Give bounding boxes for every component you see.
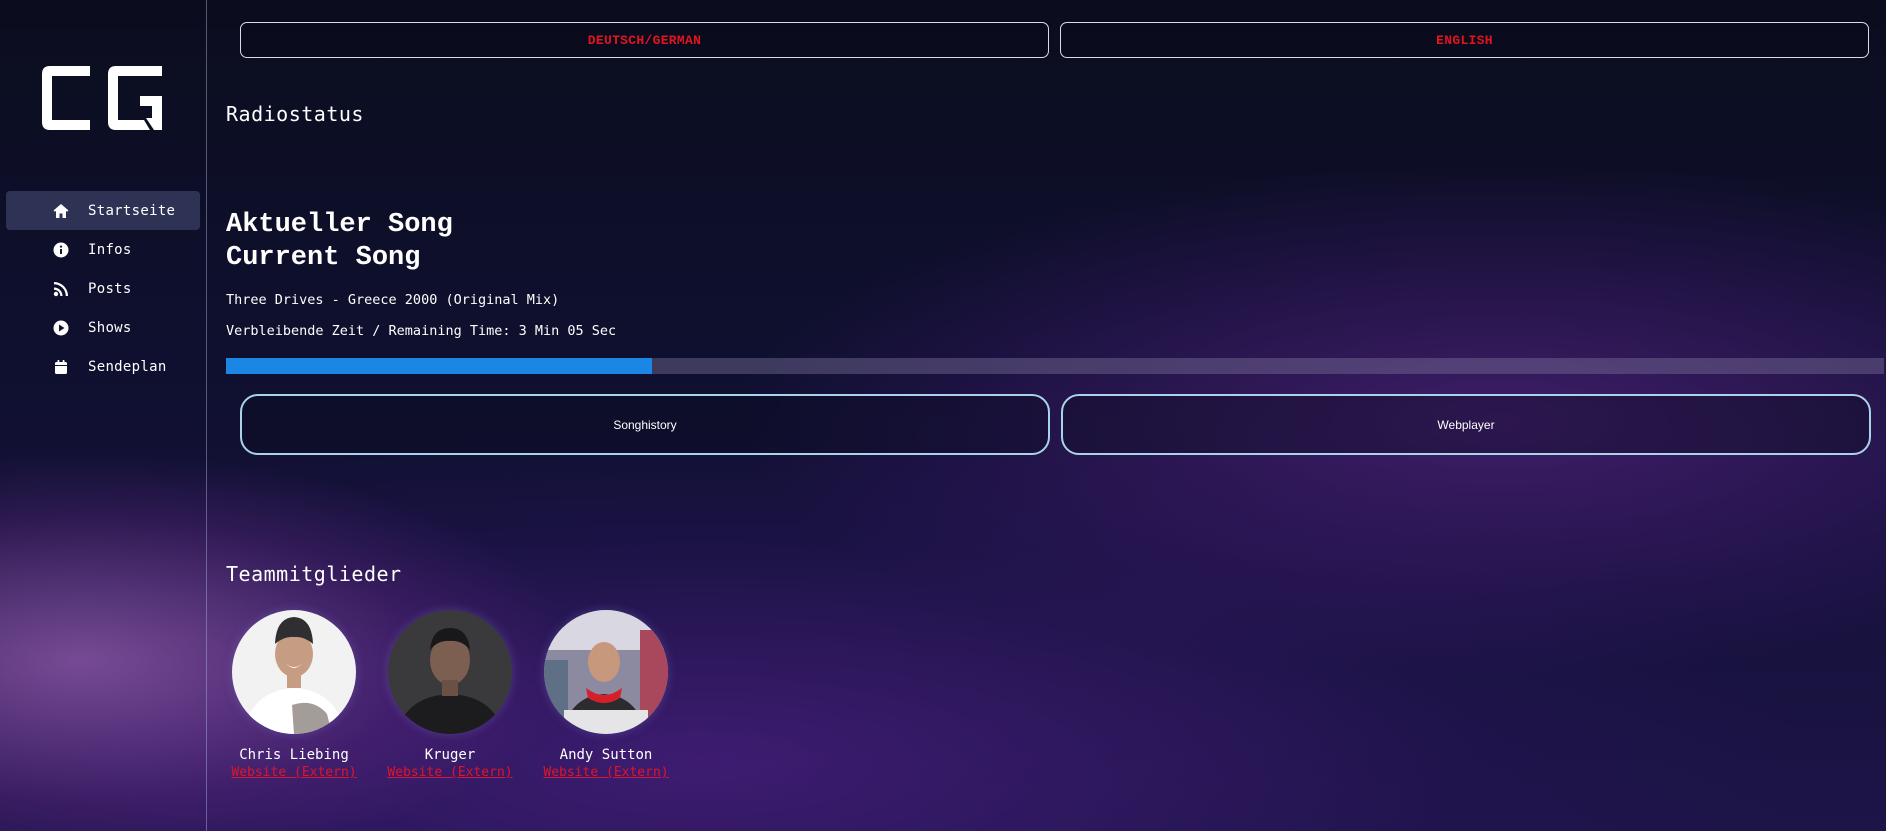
nav-item-infos[interactable]: Infos (6, 230, 200, 269)
calendar-icon (52, 358, 70, 376)
nav-label-posts: Posts (88, 280, 132, 297)
remaining-time: Verbleibende Zeit / Remaining Time: 3 Mi… (226, 323, 617, 339)
member-website-link[interactable]: Website (Extern) (543, 765, 668, 780)
songhistory-button[interactable]: Songhistory (240, 394, 1050, 455)
main-nav: Startseite Infos Posts Shows Sendeplan (6, 191, 200, 386)
member-name: Kruger (424, 747, 476, 763)
member-name: Chris Liebing (239, 747, 349, 763)
site-logo[interactable] (42, 66, 164, 130)
song-progress-fill (226, 358, 653, 374)
nav-item-startseite[interactable]: Startseite (6, 191, 200, 230)
team-member-card: Kruger Website (Extern) (380, 610, 520, 780)
nav-label-shows: Shows (88, 319, 132, 336)
song-progress-bar (226, 358, 1884, 374)
radiostatus-heading: Radiostatus (226, 102, 364, 126)
current-song-heading-en: Current Song (226, 243, 421, 273)
sidebar: Startseite Infos Posts Shows Sendeplan (0, 0, 207, 831)
rss-icon (52, 280, 70, 298)
current-song-heading: Aktueller Song Current Song (226, 209, 453, 275)
info-icon (52, 241, 70, 259)
nav-label-infos: Infos (88, 241, 132, 258)
current-song-heading-de: Aktueller Song (226, 210, 453, 240)
team-heading: Teammitglieder (226, 562, 402, 586)
member-website-link[interactable]: Website (Extern) (387, 765, 512, 780)
avatar-chris-liebing (232, 610, 356, 734)
team-member-card: Andy Sutton Website (Extern) (536, 610, 676, 780)
language-german-button[interactable]: DEUTSCH/GERMAN (240, 22, 1049, 58)
member-name: Andy Sutton (559, 747, 653, 763)
member-website-link[interactable]: Website (Extern) (231, 765, 356, 780)
nav-label-startseite: Startseite (88, 202, 176, 219)
nav-item-sendeplan[interactable]: Sendeplan (6, 347, 200, 386)
avatar-kruger (388, 610, 512, 734)
track-title: Three Drives - Greece 2000 (Original Mix… (226, 292, 560, 308)
play-icon (52, 319, 70, 337)
team-member-card: Chris Liebing Website (Extern) (224, 610, 364, 780)
language-english-button[interactable]: ENGLISH (1060, 22, 1869, 58)
nav-item-posts[interactable]: Posts (6, 269, 200, 308)
webplayer-button[interactable]: Webplayer (1061, 394, 1871, 455)
nav-label-sendeplan: Sendeplan (88, 358, 167, 375)
home-icon (52, 202, 70, 220)
nav-item-shows[interactable]: Shows (6, 308, 200, 347)
avatar-andy-sutton (544, 610, 668, 734)
